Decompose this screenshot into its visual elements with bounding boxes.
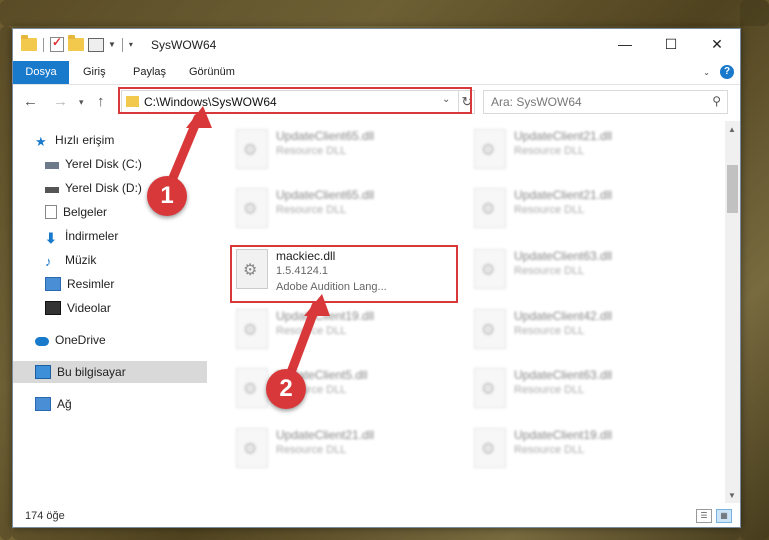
arrow-2-shaft [285, 301, 321, 380]
arrow-1-shaft [165, 113, 203, 190]
step-1-badge: 1 [147, 176, 187, 216]
step-2-badge: 2 [266, 369, 306, 409]
annotation-arrows [165, 106, 330, 380]
arrow-2-head [304, 294, 330, 316]
arrow-1-head [186, 106, 212, 128]
